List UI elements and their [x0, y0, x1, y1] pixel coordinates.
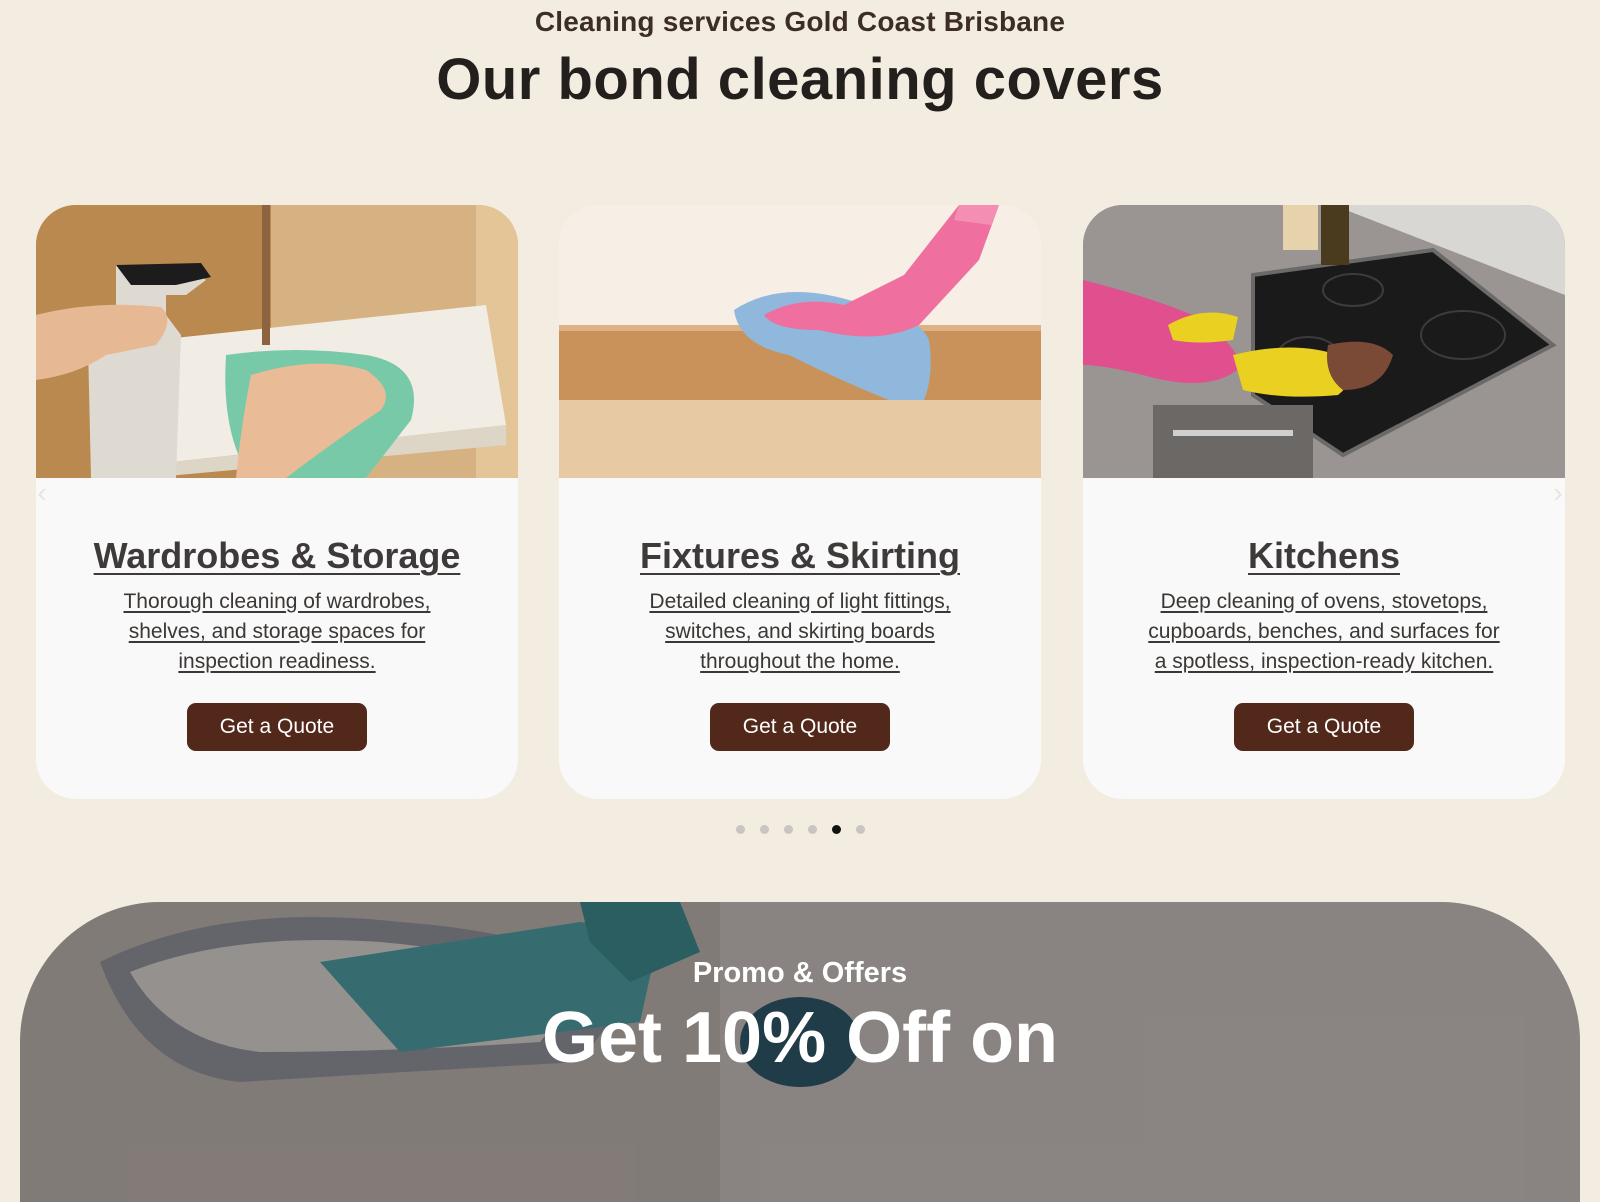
get-quote-button[interactable]: Get a Quote — [187, 703, 367, 751]
pagination-dot-5[interactable] — [831, 825, 841, 834]
service-card-fixtures: Fixtures & Skirting Detailed cleaning of… — [559, 205, 1041, 799]
pagination-dot-1[interactable] — [735, 825, 745, 834]
service-card-wardrobes: Wardrobes & Storage Thorough cleaning of… — [36, 205, 518, 799]
pagination-dot-6[interactable] — [855, 825, 865, 834]
carousel-next-arrow-icon[interactable]: › — [1548, 478, 1568, 508]
section-eyebrow: Cleaning services Gold Coast Brisbane — [534, 6, 1066, 37]
card-description[interactable]: Deep cleaning of ovens, stovetops, cupbo… — [1143, 587, 1505, 677]
get-quote-button[interactable]: Get a Quote — [710, 703, 890, 751]
card-title[interactable]: Wardrobes & Storage — [36, 535, 518, 577]
wardrobe-cleaning-image — [36, 205, 518, 478]
section-title: Our bond cleaning covers — [436, 47, 1164, 112]
carousel-pagination — [0, 825, 1600, 834]
skirting-cleaning-image — [559, 205, 1041, 478]
card-description[interactable]: Detailed cleaning of light fittings, swi… — [619, 587, 981, 677]
promo-banner: Promo & Offers Get 10% Off on — [20, 902, 1580, 1202]
pagination-dot-4[interactable] — [807, 825, 817, 834]
card-title[interactable]: Kitchens — [1083, 535, 1565, 577]
card-description[interactable]: Thorough cleaning of wardrobes, shelves,… — [96, 587, 458, 677]
promo-headline: Get 10% Off on — [541, 998, 1059, 1078]
kitchen-cleaning-image — [1083, 205, 1565, 478]
carousel-prev-arrow-icon[interactable]: ‹ — [32, 478, 52, 508]
service-card-kitchens: Kitchens Deep cleaning of ovens, stoveto… — [1083, 205, 1565, 799]
get-quote-button[interactable]: Get a Quote — [1234, 703, 1414, 751]
card-title[interactable]: Fixtures & Skirting — [559, 535, 1041, 577]
promo-eyebrow: Promo & Offers — [692, 957, 908, 989]
pagination-dot-2[interactable] — [759, 825, 769, 834]
pagination-dot-3[interactable] — [783, 825, 793, 834]
